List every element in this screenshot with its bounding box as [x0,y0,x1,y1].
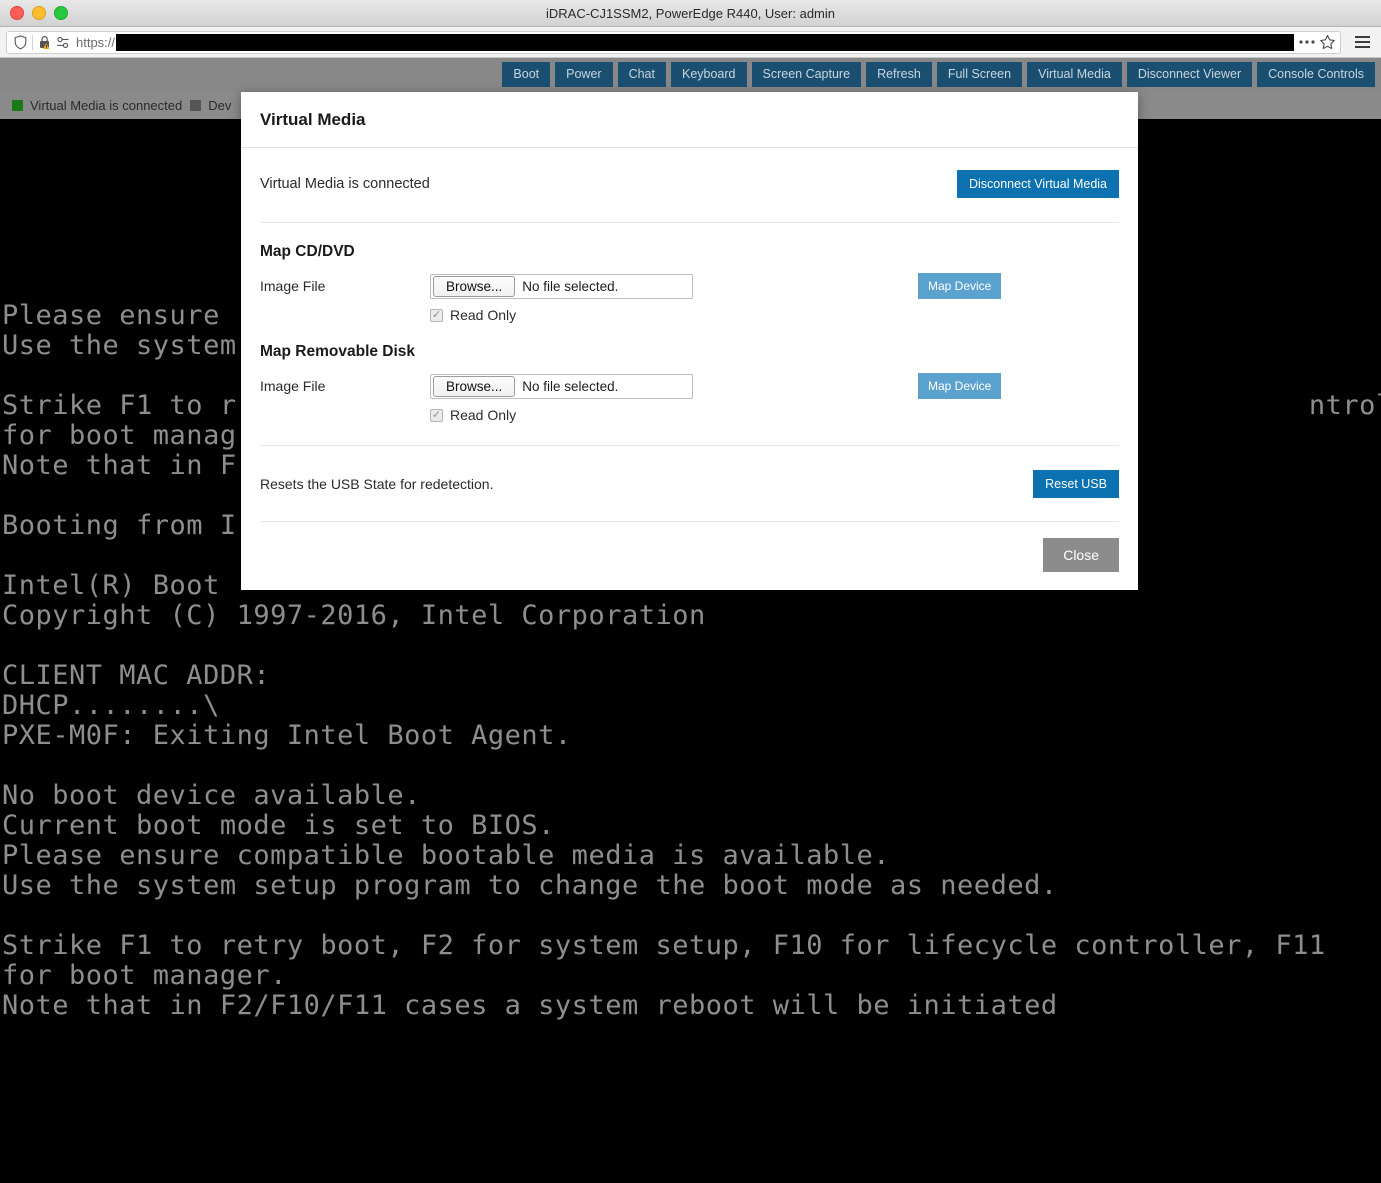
status-label-virtual-media: Virtual Media is connected [30,98,182,113]
toolbar-button-full-screen[interactable]: Full Screen [937,62,1022,87]
toolbar-button-power[interactable]: Power [555,62,612,87]
toolbar-button-keyboard[interactable]: Keyboard [671,62,747,87]
toolbar-button-refresh[interactable]: Refresh [866,62,932,87]
shield-icon[interactable] [11,33,29,51]
status-item-device: Dev [190,98,231,113]
window-titlebar: iDRAC-CJ1SSM2, PowerEdge R440, User: adm… [0,0,1381,27]
map-device-button-removable[interactable]: Map Device [918,373,1001,399]
url-text-redacted[interactable] [116,34,1294,51]
minimize-window-button[interactable] [32,6,46,20]
reset-usb-button[interactable]: Reset USB [1033,470,1119,498]
file-name-removable: No file selected. [522,379,618,394]
read-only-label-removable: Read Only [450,407,516,423]
menu-hamburger-icon[interactable] [1349,29,1375,55]
image-file-row-removable: Image File Browse... No file selected. M… [260,373,1119,399]
image-file-label-cd-dvd: Image File [260,278,430,294]
console-toolbar: Boot Power Chat Keyboard Screen Capture … [0,58,1381,91]
toolbar-button-chat[interactable]: Chat [618,62,666,87]
map-device-cell-removable: Map Device [693,373,1119,399]
read-only-checkbox-cd-dvd[interactable]: ✓ [430,309,443,322]
close-dialog-button[interactable]: Close [1043,538,1119,572]
status-label-device: Dev [208,98,231,113]
permissions-icon[interactable] [54,33,72,51]
dialog-body: Virtual Media is connected Disconnect Vi… [241,148,1138,522]
toolbar-button-disconnect-viewer[interactable]: Disconnect Viewer [1127,62,1252,87]
section-heading-map-cd-dvd: Map CD/DVD [260,243,1119,261]
virtual-media-dialog: Virtual Media Virtual Media is connected… [241,92,1138,590]
read-only-row-cd-dvd: ✓ Read Only [260,307,1119,323]
status-item-virtual-media: Virtual Media is connected [12,98,182,113]
dialog-header: Virtual Media [241,92,1138,148]
file-name-cd-dvd: No file selected. [522,279,618,294]
disconnect-virtual-media-button[interactable]: Disconnect Virtual Media [957,170,1119,198]
connection-status-row: Virtual Media is connected Disconnect Vi… [260,148,1119,223]
reset-usb-description: Resets the USB State for redetection. [260,476,493,492]
urlbar-right-icons [1294,33,1336,51]
url-scheme-text: https:// [76,35,115,50]
dialog-footer: Close [241,522,1138,590]
image-file-label-removable: Image File [260,378,430,394]
status-indicator-green [12,100,23,111]
bookmark-star-icon[interactable] [1318,33,1336,51]
file-input-removable[interactable]: Browse... No file selected. [430,374,693,399]
browse-button-removable[interactable]: Browse... [433,376,515,397]
toolbar-button-console-controls[interactable]: Console Controls [1257,62,1375,87]
traffic-lights [10,6,68,20]
dialog-title: Virtual Media [260,110,1119,130]
browser-toolbar: https:// [0,27,1381,58]
status-indicator-grey [190,100,201,111]
section-heading-map-removable-disk: Map Removable Disk [260,343,1119,361]
toolbar-button-virtual-media[interactable]: Virtual Media [1027,62,1122,87]
connection-status-text: Virtual Media is connected [260,176,430,192]
warning-lock-icon[interactable] [36,33,54,51]
read-only-checkbox-removable[interactable]: ✓ [430,409,443,422]
url-bar[interactable]: https:// [6,31,1341,54]
map-device-cell-cd-dvd: Map Device [693,273,1119,299]
close-window-button[interactable] [10,6,24,20]
maximize-window-button[interactable] [54,6,68,20]
window-title: iDRAC-CJ1SSM2, PowerEdge R440, User: adm… [0,0,1381,27]
map-device-button-cd-dvd[interactable]: Map Device [918,273,1001,299]
image-file-row-cd-dvd: Image File Browse... No file selected. M… [260,273,1119,299]
read-only-row-removable: ✓ Read Only [260,407,1119,423]
browse-button-cd-dvd[interactable]: Browse... [433,276,515,297]
page-actions-icon[interactable] [1298,33,1316,51]
read-only-label-cd-dvd: Read Only [450,307,516,323]
toolbar-button-boot[interactable]: Boot [502,62,550,87]
urlbar-divider [32,35,33,50]
reset-usb-row: Resets the USB State for redetection. Re… [260,445,1119,522]
toolbar-button-screen-capture[interactable]: Screen Capture [752,62,862,87]
file-input-cd-dvd[interactable]: Browse... No file selected. [430,274,693,299]
